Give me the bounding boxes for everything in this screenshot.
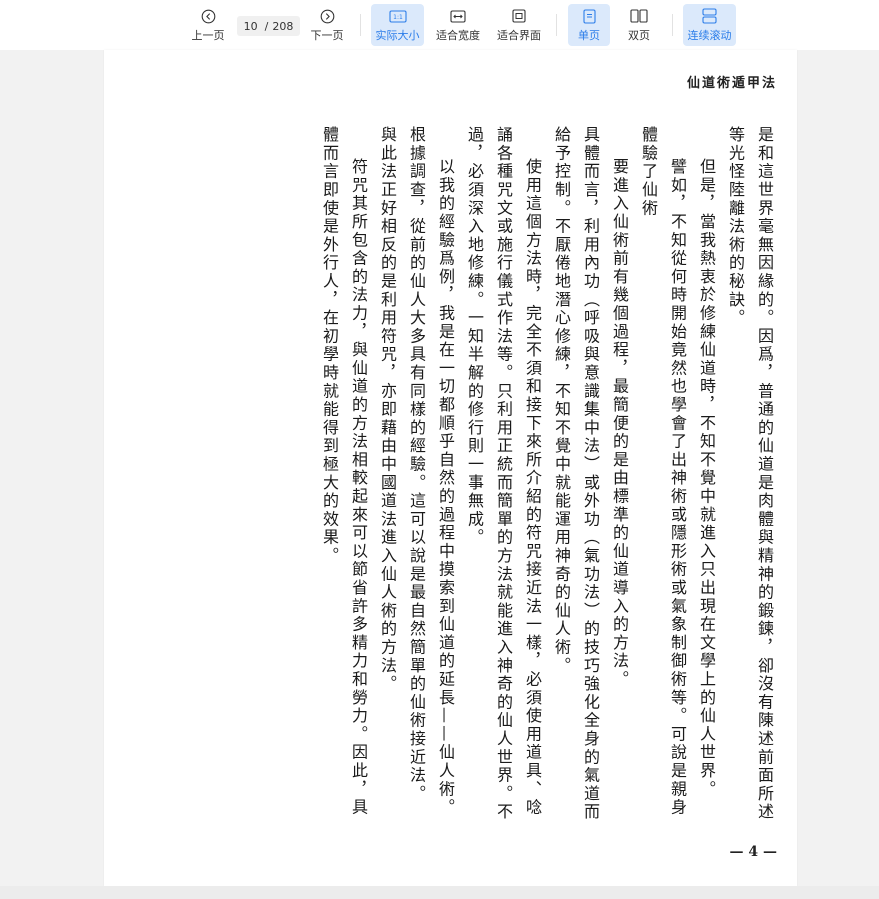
continuous-scroll-icon [702,7,717,25]
continuous-scroll-label: 连续滚动 [687,29,732,42]
current-page-input[interactable]: 10 [244,20,258,33]
single-page-button[interactable]: 单页 [568,4,610,46]
body-paragraph: 但是，當我熱衷於修練仙道時，不知不覺中就進入只出現在文學上的仙人世界。 [697,158,716,799]
page-indicator: 10 / 208 [237,16,300,36]
toolbar-divider [360,14,361,36]
prev-page-button[interactable]: 上一页 [189,4,227,46]
next-page-label: 下一页 [310,29,344,42]
document-page: 仙道術遁甲法 是和這世界毫無因緣的。因爲，普通的仙道是肉體與精神的鍛鍊，卻沒有陳… [104,50,797,886]
body-paragraph: 要進入仙術前有幾個過程，最簡便的是由標準的仙道導入的方法。 [610,158,629,689]
next-page-button[interactable]: 下一页 [308,4,346,46]
bottom-scroll-area [0,886,879,899]
chevron-left-circle-icon [201,7,216,25]
fit-screen-label: 适合界面 [497,29,541,42]
single-page-label: 单页 [578,29,600,42]
page-separator: / [264,19,269,33]
fit-screen-icon [512,7,526,25]
body-paragraph: 譬如，不知從何時開始竟然也學會了出神術或隱形術或氣象制御術等。可說是親身體驗了仙… [639,126,687,817]
fit-width-button[interactable]: 适合宽度 [433,4,483,46]
fit-width-icon [450,7,466,25]
total-pages: 208 [272,19,294,33]
fit-screen-button[interactable]: 适合界面 [494,4,544,46]
toolbar-divider [672,14,673,36]
chevron-right-circle-icon [320,7,335,25]
running-title: 仙道術遁甲法 [686,76,777,91]
fit-width-label: 适合宽度 [436,29,480,42]
double-page-label: 双页 [628,29,650,42]
page-body: 是和這世界毫無因緣的。因爲，普通的仙道是肉體與精神的鍛鍊，卻沒有陳述前面所述等光… [315,126,779,826]
viewer-toolbar: 上一页 10 / 208 下一页 1:1 实际大小 适合宽度 适合界面 单页 双… [0,0,879,50]
single-page-icon [582,7,596,25]
toolbar-divider [556,14,557,36]
body-paragraph: 與此法正好相反的是利用符咒，亦即藉由中國道法進入仙人術的方法。 [378,126,397,694]
body-paragraph: 根據調查，從前的仙人大多具有同樣的經驗。這可以說是最自然簡單的仙術接近法。 [407,126,426,804]
double-page-button[interactable]: 双页 [620,4,658,46]
prev-page-label: 上一页 [191,29,225,42]
page-number: — 4 — [729,844,778,860]
body-paragraph: 符咒其所包含的法力，與仙道的方法相較起來可以節省許多精力和勞力。因此，具體而言即… [320,126,368,817]
actual-size-icon-text: 1:1 [393,14,403,21]
body-paragraph: 具體而言，利用內功（呼吸與意識集中法）或外功（氣功法）的技巧強化全身的氣道而給予… [552,126,600,822]
body-paragraph: 使用這個方法時，完全不須和接下來所介紹的符咒接近法一樣，必須使用道具、唸誦各種咒… [465,126,542,822]
body-paragraph: 以我的經驗爲例，我是在一切都順乎自然的過程中摸索到仙道的延長——仙人術。 [436,158,455,817]
actual-size-icon: 1:1 [388,7,407,25]
actual-size-button[interactable]: 1:1 实际大小 [371,4,424,46]
double-page-icon [630,7,648,25]
continuous-scroll-button[interactable]: 连续滚动 [683,4,736,46]
document-viewer[interactable]: 仙道術遁甲法 是和這世界毫無因緣的。因爲，普通的仙道是肉體與精神的鍛鍊，卻沒有陳… [0,50,879,886]
body-paragraph: 是和這世界毫無因緣的。因爲，普通的仙道是肉體與精神的鍛鍊，卻沒有陳述前面所述等光… [726,126,774,822]
actual-size-label: 实际大小 [375,29,420,42]
